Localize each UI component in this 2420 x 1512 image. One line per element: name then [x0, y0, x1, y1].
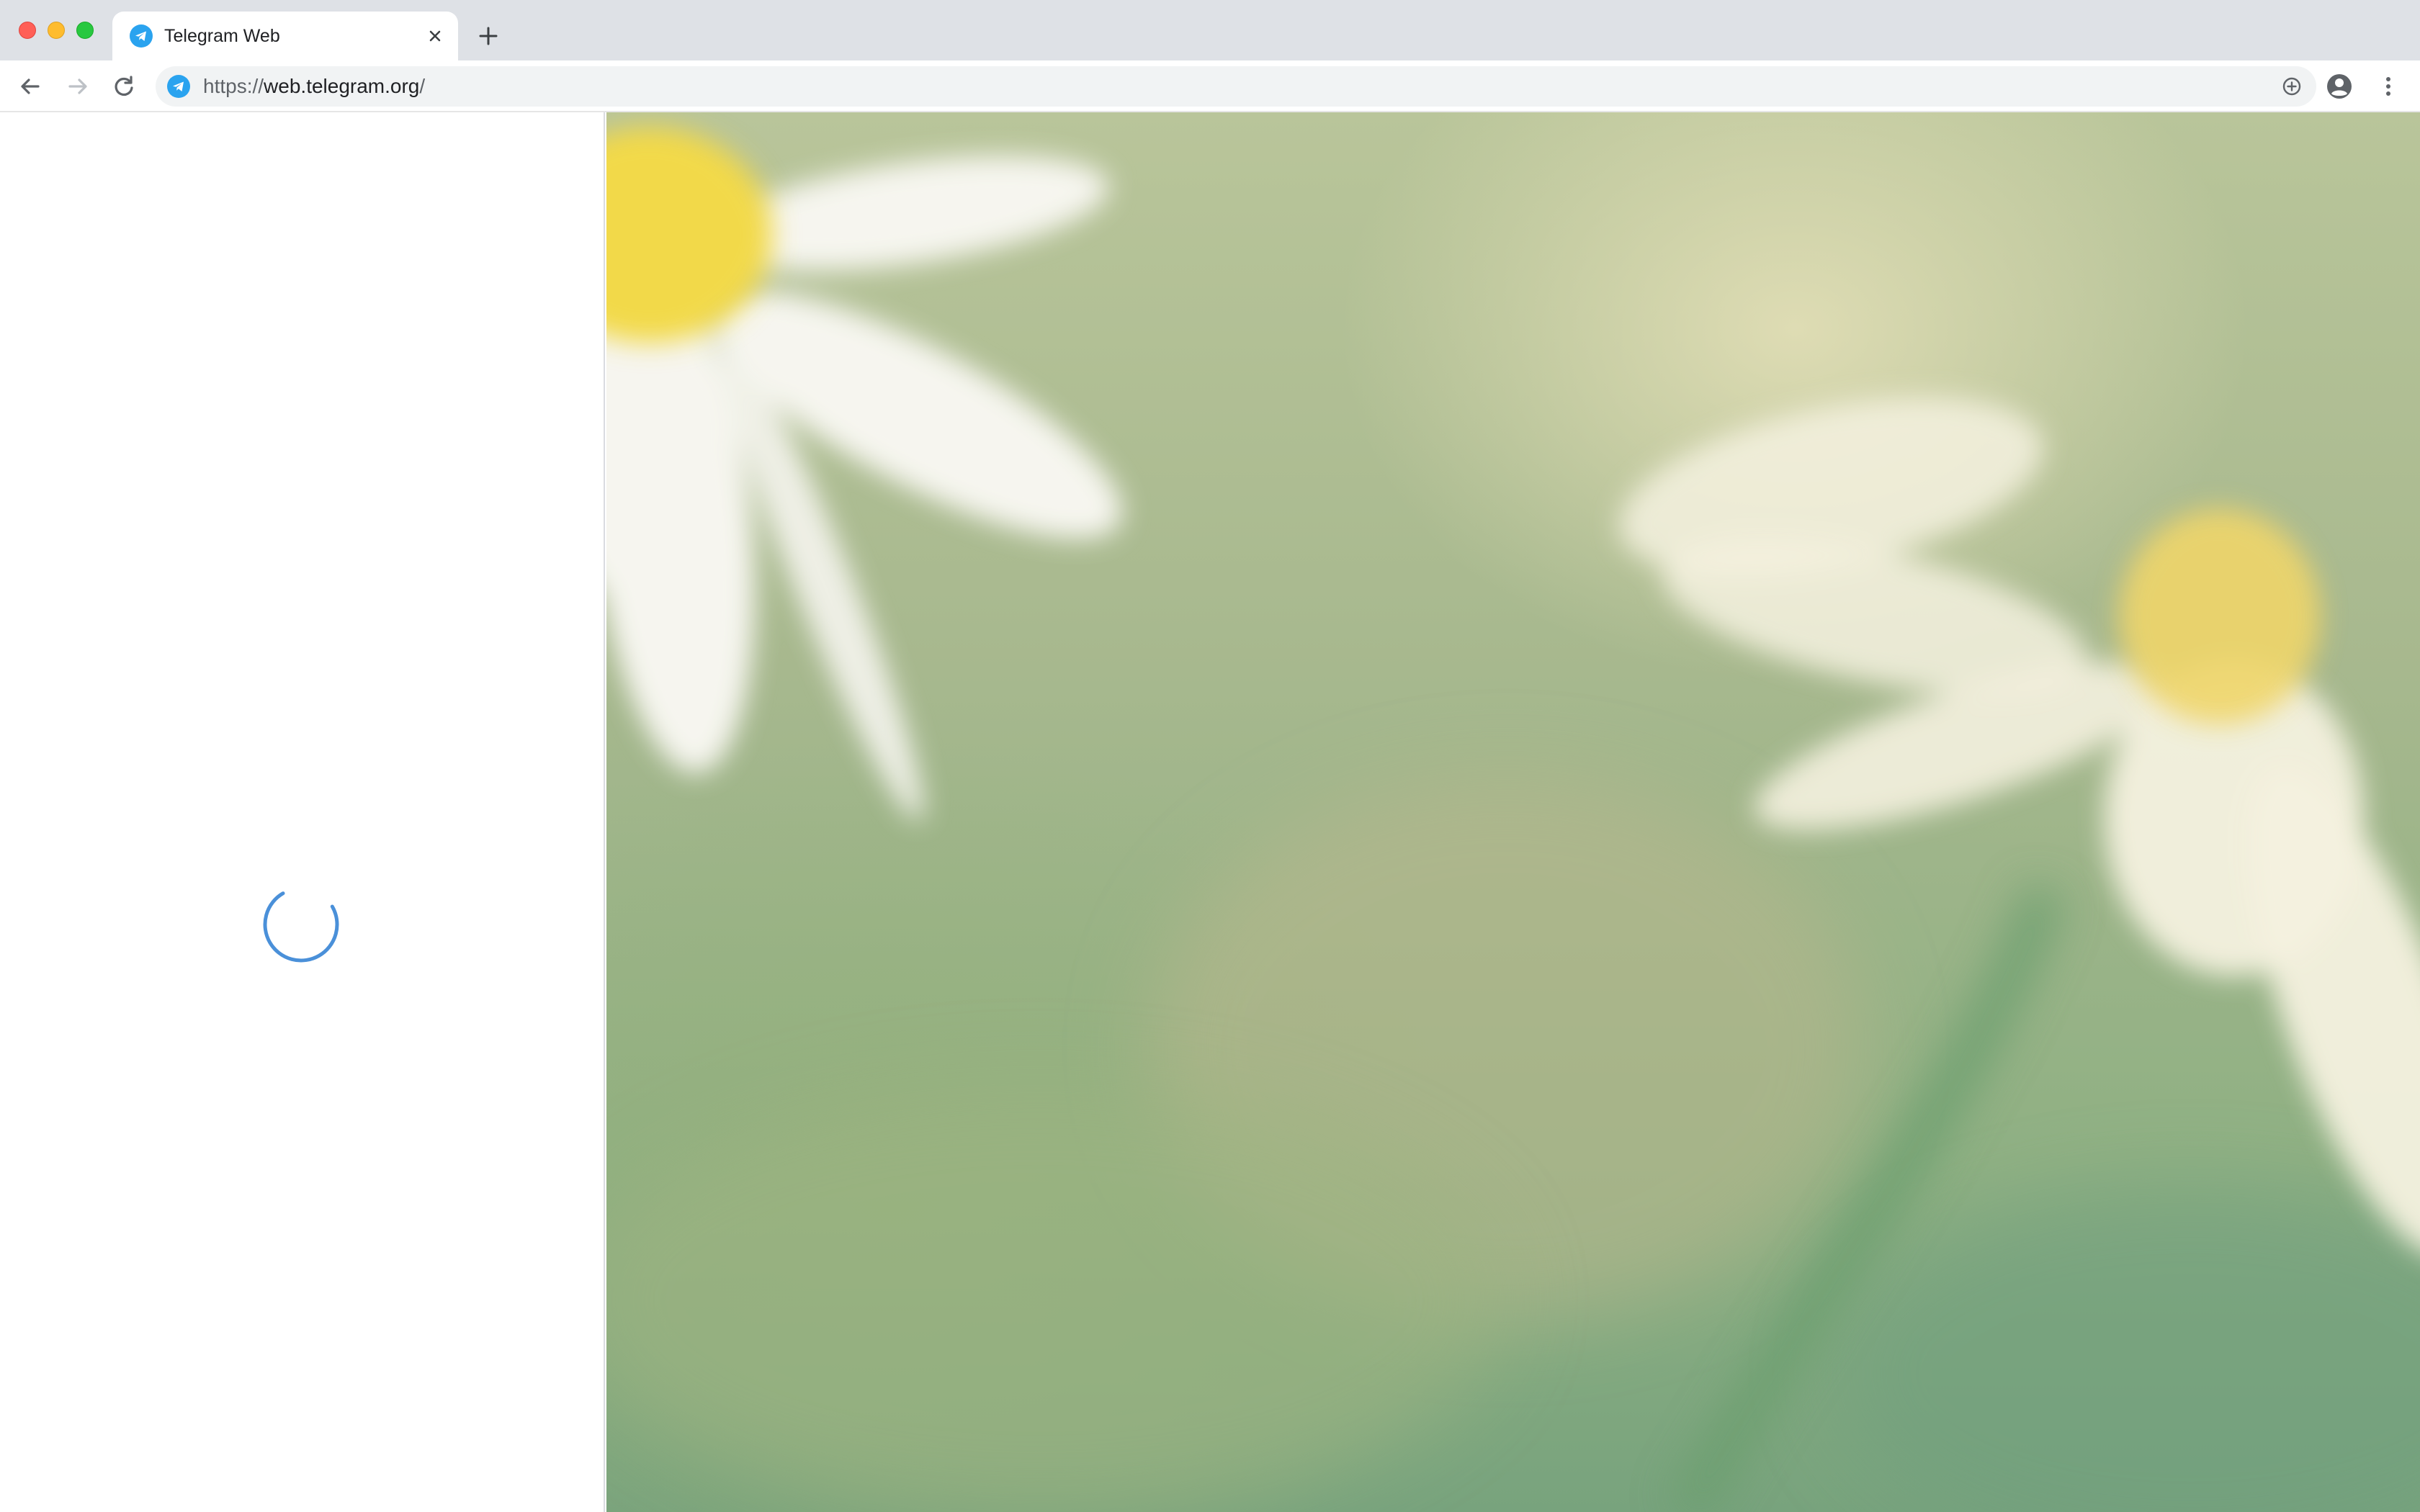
account-circle-icon[interactable]	[2325, 72, 2354, 101]
url-host: web.telegram.org	[264, 75, 420, 97]
new-tab-button[interactable]	[475, 23, 501, 49]
window-minimize-button[interactable]	[48, 22, 65, 39]
address-bar[interactable]: https://web.telegram.org/	[156, 66, 2316, 107]
url-scheme: https://	[203, 75, 264, 97]
forward-button[interactable]	[63, 72, 92, 101]
browser-tab[interactable]: Telegram Web	[112, 12, 458, 60]
url-path: /	[419, 75, 426, 97]
tab-strip: Telegram Web	[0, 0, 2420, 60]
telegram-icon	[167, 75, 190, 98]
reload-button[interactable]	[109, 72, 138, 101]
url-text[interactable]: https://web.telegram.org/	[203, 66, 425, 107]
more-vert-icon[interactable]	[2374, 72, 2403, 101]
tab-title: Telegram Web	[164, 26, 280, 46]
chat-background-wallpaper	[606, 112, 2420, 1512]
close-icon[interactable]	[424, 24, 447, 48]
window-close-button[interactable]	[19, 22, 36, 39]
telegram-icon	[130, 24, 153, 48]
spinner-icon	[263, 891, 339, 963]
back-button[interactable]	[16, 72, 45, 101]
window-maximize-button[interactable]	[76, 22, 94, 39]
browser-toolbar: https://web.telegram.org/	[0, 60, 2420, 112]
daisy-flowers-image	[606, 127, 2420, 1512]
chat-list-panel	[0, 112, 605, 1512]
add-circle-icon[interactable]	[2280, 75, 2303, 98]
